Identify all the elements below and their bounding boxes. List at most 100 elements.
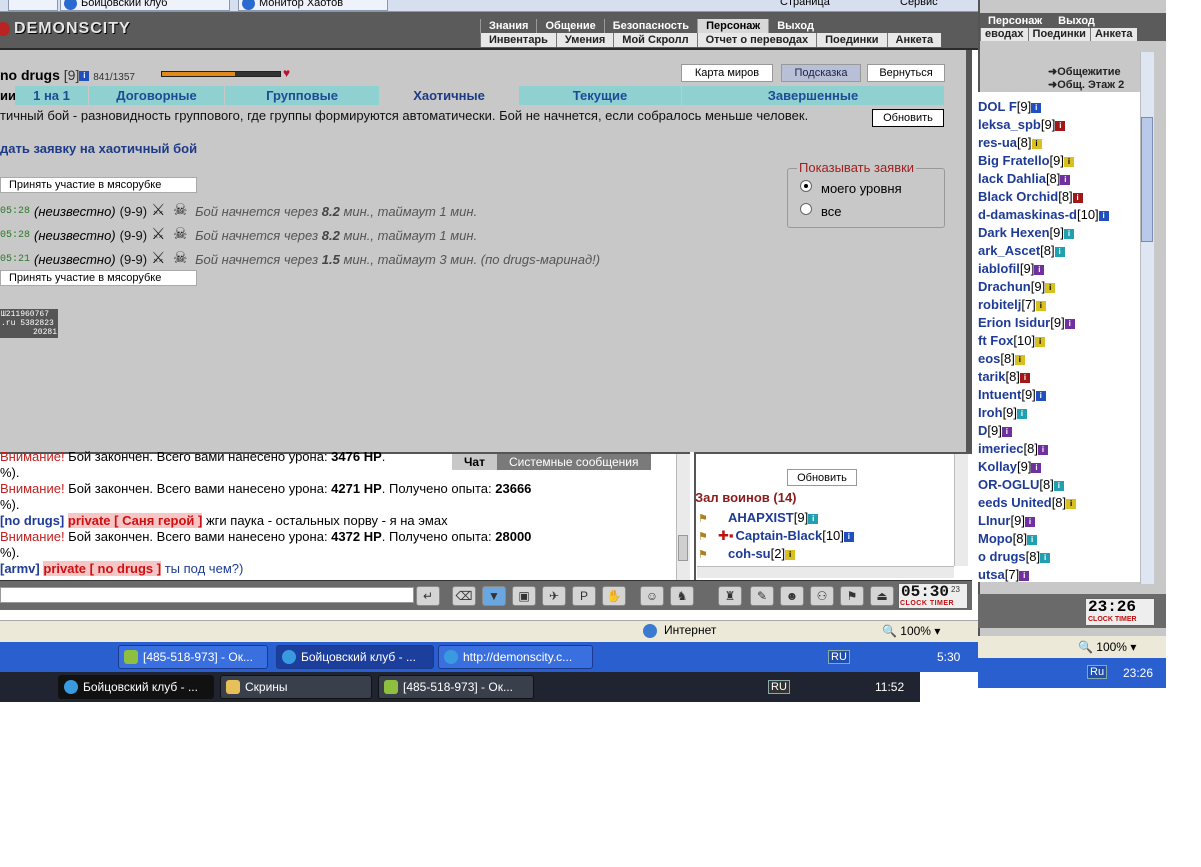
online-user-name[interactable]: res-ua	[978, 135, 1017, 150]
player-name[interactable]: no drugs	[0, 67, 60, 83]
info-icon[interactable]: i	[1066, 498, 1077, 509]
info-icon[interactable]: i	[785, 549, 796, 560]
chat-scrollbar-thumb[interactable]	[678, 535, 688, 561]
tab-1v1[interactable]: 1 на 1	[15, 86, 89, 105]
online-user[interactable]: ⚑ ✚▪ Captain-Black[10] i	[698, 528, 854, 544]
taskbar-item[interactable]: Бойцовский клуб - ...	[276, 645, 434, 669]
info-icon[interactable]: i	[1035, 390, 1046, 401]
mask-icon[interactable]: ☻	[780, 586, 804, 606]
chat-scrollbar[interactable]	[676, 454, 690, 580]
browser-tab-chaos-monitor[interactable]: Монитор Хаотов	[238, 0, 388, 11]
info-icon[interactable]: i	[1054, 246, 1065, 257]
crossed-swords-icon[interactable]	[151, 200, 169, 220]
online-list-user[interactable]: Drachun[9] i	[978, 279, 1056, 294]
tab-finished[interactable]: Завершенные	[682, 86, 945, 105]
submenu-transfers[interactable]: Отчет о переводах	[696, 33, 817, 47]
taskbar-item[interactable]: [485-518-973] - Ок...	[378, 675, 534, 699]
menu-exit[interactable]: Выход	[1050, 15, 1103, 28]
monster-icon[interactable]: ♞	[670, 586, 694, 606]
people-icon[interactable]: ⚇	[810, 586, 834, 606]
back-button[interactable]: Вернуться	[867, 64, 945, 82]
taskbar-item[interactable]: Скрины	[220, 675, 372, 699]
online-user-name[interactable]: eos	[978, 351, 1000, 366]
online-list-user[interactable]: Intuent[9] i	[978, 387, 1046, 402]
chat-private-target[interactable]: private [ Саня герой ]	[67, 513, 203, 528]
online-list-user[interactable]: leksa_spb[9] i	[978, 117, 1066, 132]
online-user-name[interactable]: LInur	[978, 513, 1011, 528]
online-user-name[interactable]: coh-su	[728, 546, 771, 561]
online-user-name[interactable]: leksa_spb	[978, 117, 1041, 132]
language-indicator[interactable]: RU	[768, 680, 790, 694]
online-list-user[interactable]: o drugs[8] i	[978, 549, 1051, 564]
save-icon[interactable]: ▣	[512, 586, 536, 606]
info-icon[interactable]: i	[1064, 228, 1075, 239]
menu-exit[interactable]: Выход	[768, 19, 822, 33]
info-icon[interactable]: i	[1031, 138, 1042, 149]
language-indicator[interactable]: Ru	[1087, 665, 1108, 679]
tab-negotiated[interactable]: Договорные	[89, 86, 225, 105]
menu-security[interactable]: Безопасность	[603, 19, 697, 33]
online-user-name[interactable]: robitelj	[978, 297, 1021, 312]
online-refresh-button[interactable]: Обновить	[787, 469, 857, 486]
refresh-button[interactable]: Обновить	[872, 109, 944, 127]
online-user-name[interactable]: Intuent	[978, 387, 1021, 402]
tab-chat[interactable]: Чат	[452, 454, 497, 470]
tab-group[interactable]: Групповые	[225, 86, 380, 105]
online-user-name[interactable]: ft Fox	[978, 333, 1013, 348]
online-user-name[interactable]: iablofil	[978, 261, 1020, 276]
flag-icon[interactable]: ⚑	[840, 586, 864, 606]
online-list-user[interactable]: Iroh[9] i	[978, 405, 1028, 420]
online-user-name[interactable]: imeriec	[978, 441, 1024, 456]
skull-icon[interactable]	[173, 248, 191, 268]
online-user-name[interactable]: Black Orchid	[978, 189, 1058, 204]
submenu-fights[interactable]: Поединки	[816, 33, 886, 47]
online-user-name[interactable]: AHAPXIST	[728, 510, 794, 525]
scroll-icon[interactable]: ✎	[750, 586, 774, 606]
chat-private-target[interactable]: private [ no drugs ]	[43, 561, 162, 576]
browser-tab-list-button[interactable]	[8, 0, 58, 11]
online-user-name[interactable]: DOL F	[978, 99, 1017, 114]
online-list-user[interactable]: eeds United[8] i	[978, 495, 1077, 510]
online-list-user[interactable]: D[9] i	[978, 423, 1012, 438]
online-user-name[interactable]: o drugs	[978, 549, 1026, 564]
zoom-level[interactable]: 🔍 100% ▾	[1078, 640, 1136, 654]
online-user[interactable]: ⚑ AHAPXIST[9] i	[698, 510, 819, 525]
submenu-skills[interactable]: Умения	[555, 33, 613, 47]
info-icon[interactable]: i	[79, 71, 90, 82]
exit-icon[interactable]: ⏏	[870, 586, 894, 606]
crossed-swords-icon[interactable]	[151, 224, 169, 244]
info-icon[interactable]: i	[1045, 282, 1056, 293]
online-list-user[interactable]: tarik[8] i	[978, 369, 1030, 384]
online-user-name[interactable]: Dark Hexen	[978, 225, 1050, 240]
info-icon[interactable]: i	[1038, 444, 1049, 455]
tools-menu[interactable]: Сервис	[880, 0, 960, 11]
online-list-user[interactable]: ft Fox[10] i	[978, 333, 1046, 348]
info-icon[interactable]: i	[1031, 462, 1042, 473]
online-user-name[interactable]: tarik	[978, 369, 1005, 384]
send-arrow-icon[interactable]: ↵	[416, 586, 440, 606]
online-user-name[interactable]: eeds United	[978, 495, 1052, 510]
smiley-icon[interactable]: ☺	[640, 586, 664, 606]
info-icon[interactable]: i	[1060, 174, 1071, 185]
info-icon[interactable]: i	[843, 531, 854, 542]
info-icon[interactable]: i	[808, 513, 819, 524]
online-user-name[interactable]: Iroh	[978, 405, 1003, 420]
join-meatgrinder-button[interactable]: Принять участие в мясорубке	[0, 270, 197, 286]
online-scrollbar[interactable]	[954, 454, 968, 566]
radio-my-level-label[interactable]: моего уровня	[821, 181, 902, 196]
info-icon[interactable]: i	[1035, 336, 1046, 347]
language-indicator[interactable]: RU	[828, 650, 850, 664]
online-user-name[interactable]: Big Fratello	[978, 153, 1050, 168]
online-user-name[interactable]: Erion Isidur	[978, 315, 1050, 330]
submenu-fights[interactable]: Поединки	[1027, 28, 1090, 41]
chat-nick[interactable]: [no drugs]	[0, 513, 64, 528]
info-icon[interactable]: i	[1072, 192, 1083, 203]
online-user-name[interactable]: Captain-Black	[736, 528, 823, 543]
hint-button[interactable]: Подсказка	[781, 64, 861, 82]
online-list-user[interactable]: res-ua[8] i	[978, 135, 1042, 150]
online-user-name[interactable]: d-damaskinas-d	[978, 207, 1077, 222]
tab-chaotic[interactable]: Хаотичные	[380, 86, 519, 105]
submenu-profile[interactable]: Анкета	[886, 33, 942, 47]
online-horizontal-scrollbar[interactable]	[697, 566, 954, 578]
info-icon[interactable]: i	[1035, 300, 1046, 311]
